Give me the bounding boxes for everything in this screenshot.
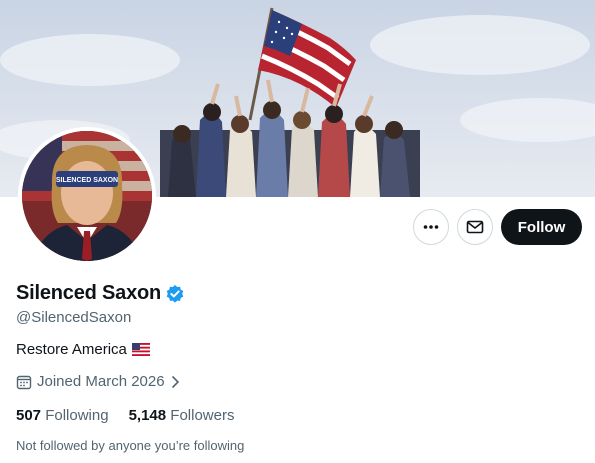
mail-icon (466, 220, 484, 234)
followers-link[interactable]: 5,148 Followers (129, 407, 235, 424)
more-icon (423, 225, 439, 229)
user-handle: @SilencedSaxon (16, 309, 132, 326)
blindfold-text: SILENCED SAXON (56, 177, 118, 184)
bio: Restore America (16, 341, 150, 358)
avatar-image: SILENCED SAXON (22, 131, 152, 261)
more-button[interactable] (413, 209, 449, 245)
joined-date-link[interactable]: Joined March 2026 (16, 373, 180, 390)
followers-count: 5,148 (128, 407, 167, 424)
us-flag-emoji-icon (131, 343, 150, 356)
name-row: Silenced Saxon (16, 282, 185, 305)
follow-stats: 507 Following 5,148 Followers (16, 407, 234, 424)
chevron-right-icon (171, 375, 179, 388)
followed-by-note: Not followed by anyone you’re following (16, 438, 245, 453)
follow-button[interactable]: Follow (501, 209, 582, 245)
followers-label: Followers (170, 407, 235, 424)
bio-text: Restore America (16, 341, 127, 358)
following-count: 507 (16, 407, 42, 424)
following-link[interactable]: 507 Following (16, 407, 109, 424)
message-button[interactable] (457, 209, 493, 245)
verified-badge-icon[interactable] (165, 284, 185, 304)
joined-date: Joined March 2026 (37, 373, 165, 390)
following-label: Following (45, 407, 109, 424)
avatar[interactable]: SILENCED SAXON (18, 127, 156, 265)
calendar-icon (16, 375, 32, 389)
display-name: Silenced Saxon (16, 282, 162, 304)
